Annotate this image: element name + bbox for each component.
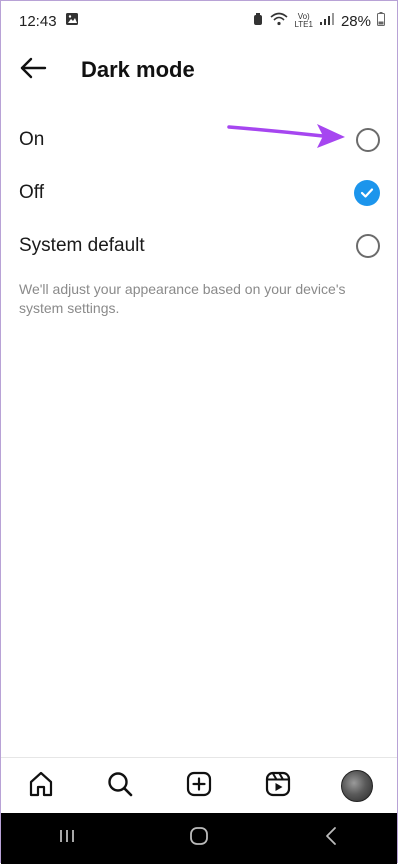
nav-create[interactable]	[177, 764, 221, 808]
signal-icon	[319, 12, 335, 30]
search-icon	[106, 770, 134, 803]
reels-icon	[264, 770, 292, 803]
option-off[interactable]: Off	[1, 166, 397, 219]
option-label: On	[19, 128, 45, 150]
status-time: 12:43	[19, 12, 57, 30]
nav-search[interactable]	[98, 764, 142, 808]
system-back-button[interactable]	[301, 819, 361, 859]
plus-square-icon	[185, 770, 213, 803]
nav-home[interactable]	[19, 764, 63, 808]
radio-unchecked-system[interactable]	[356, 233, 380, 258]
annotation-arrow-icon	[227, 119, 347, 158]
radio-unchecked-on[interactable]	[356, 127, 380, 152]
option-label: System default	[19, 234, 145, 256]
status-left: 12:43	[19, 12, 79, 30]
back-button[interactable]	[1, 45, 65, 95]
wifi-icon	[270, 12, 288, 30]
network-type-label: Vo) LTE1	[294, 13, 313, 29]
chevron-left-icon	[324, 826, 338, 851]
screen: 12:43 Vo) LTE1 28% Dark mode On Off Syst…	[0, 0, 398, 864]
nav-profile[interactable]	[335, 764, 379, 808]
system-nav-bar	[1, 813, 397, 864]
recent-apps-icon	[58, 828, 76, 849]
status-right: Vo) LTE1 28%	[252, 12, 385, 30]
alarm-icon	[252, 12, 264, 30]
home-icon	[27, 770, 55, 803]
arrow-left-icon	[19, 57, 47, 84]
option-system-default[interactable]: System default	[1, 219, 397, 272]
option-label: Off	[19, 181, 44, 203]
bottom-nav	[1, 757, 397, 814]
network-label-bottom: LTE1	[294, 20, 313, 29]
gallery-notification-icon	[65, 12, 79, 30]
battery-icon	[377, 12, 385, 30]
system-home-button[interactable]	[169, 819, 229, 859]
nav-reels[interactable]	[256, 764, 300, 808]
battery-percent: 28%	[340, 12, 371, 30]
radio-checked-off[interactable]	[354, 179, 380, 206]
system-home-icon	[189, 826, 209, 851]
status-bar: 12:43 Vo) LTE1 28%	[1, 1, 397, 41]
page-title: Dark mode	[81, 57, 195, 82]
helper-text: We'll adjust your appearance based on yo…	[19, 281, 346, 316]
avatar	[341, 770, 374, 802]
header: Dark mode	[1, 45, 397, 95]
checkmark-icon	[360, 187, 374, 198]
recent-apps-button[interactable]	[37, 819, 97, 859]
